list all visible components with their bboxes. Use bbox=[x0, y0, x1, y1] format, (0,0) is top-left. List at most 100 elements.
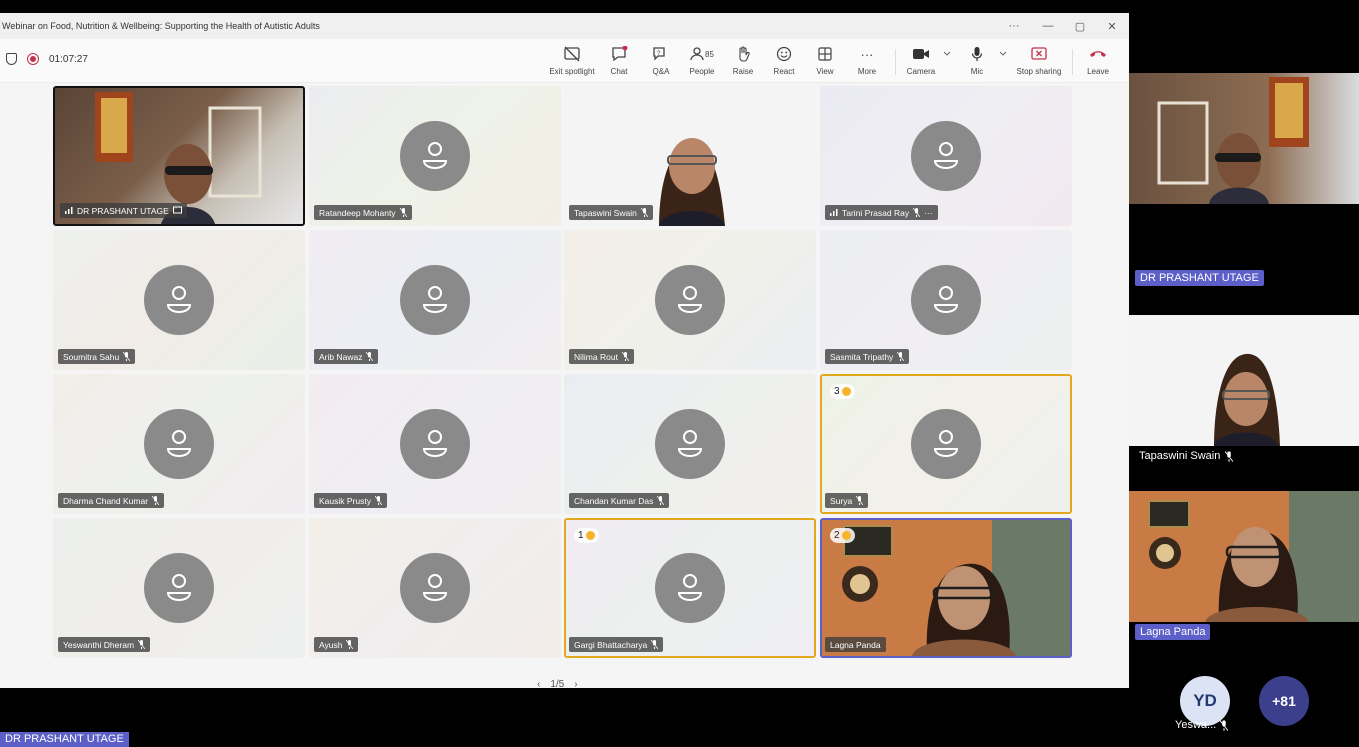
more-options-icon[interactable]: ··· bbox=[999, 13, 1029, 39]
restore-icon[interactable]: ▢ bbox=[1065, 13, 1095, 39]
avatar bbox=[400, 265, 470, 335]
camera-options-button[interactable] bbox=[941, 44, 953, 80]
mic-muted-icon bbox=[657, 496, 665, 505]
participant-tile[interactable]: Dharma Chand Kumar bbox=[53, 374, 305, 514]
toolbar-divider bbox=[1072, 49, 1073, 75]
more-button[interactable]: ··· More bbox=[853, 44, 881, 80]
participant-tile[interactable]: Arib Nawaz bbox=[309, 230, 561, 370]
qa-button[interactable]: ? Q&A bbox=[646, 44, 676, 80]
mic-muted-icon bbox=[138, 640, 146, 649]
participant-tile[interactable]: 2 Lagna Panda bbox=[820, 518, 1072, 658]
minimize-icon[interactable]: — bbox=[1033, 13, 1063, 39]
participant-tile[interactable]: Nilima Rout bbox=[564, 230, 816, 370]
participant-name-tag: Kausik Prusty bbox=[314, 493, 387, 508]
page-indicator: 1/5 bbox=[550, 679, 565, 690]
person-icon bbox=[422, 142, 448, 170]
mic-muted-icon bbox=[856, 496, 864, 505]
sidebar-video-tile[interactable] bbox=[1129, 491, 1359, 622]
ellipsis-icon[interactable]: ··· bbox=[924, 208, 933, 218]
smiley-icon bbox=[776, 44, 792, 64]
exit-spotlight-button[interactable]: Exit spotlight bbox=[548, 44, 596, 80]
screen-share-icon bbox=[172, 206, 182, 215]
participant-name-tag: Gargi Bhattacharya bbox=[569, 637, 664, 652]
participant-name-tag: Dharma Chand Kumar bbox=[58, 493, 165, 508]
participant-video bbox=[1129, 491, 1359, 622]
sidebar-video-tile[interactable] bbox=[1129, 315, 1359, 446]
toolbar-divider bbox=[895, 49, 896, 75]
screen: Webinar on Food, Nutrition & Wellbeing: … bbox=[0, 0, 1359, 747]
participant-tile[interactable]: 1 Gargi Bhattacharya bbox=[564, 518, 816, 658]
mic-muted-icon bbox=[152, 496, 160, 505]
leave-button[interactable]: Leave bbox=[1082, 44, 1114, 80]
avatar bbox=[655, 409, 725, 479]
next-page-button[interactable]: › bbox=[574, 679, 577, 690]
recording-icon bbox=[27, 53, 39, 65]
person-icon bbox=[166, 286, 192, 314]
person-icon bbox=[422, 574, 448, 602]
sidebar-name-tag: DR PRASHANT UTAGE bbox=[1135, 270, 1264, 286]
meeting-window: Webinar on Food, Nutrition & Wellbeing: … bbox=[0, 13, 1129, 690]
participant-tile[interactable]: Chandan Kumar Das bbox=[564, 374, 816, 514]
signal-icon bbox=[65, 207, 73, 214]
close-icon[interactable]: ✕ bbox=[1097, 13, 1127, 39]
meeting-toolbar: 01:07:27 Exit spotlight Chat ? Q&A 85 Pe… bbox=[0, 39, 1129, 83]
person-icon bbox=[166, 430, 192, 458]
participant-tile[interactable]: Ayush bbox=[309, 518, 561, 658]
stop-sharing-button[interactable]: Stop sharing bbox=[1014, 44, 1064, 80]
prev-page-button[interactable]: ‹ bbox=[537, 679, 540, 690]
participant-name-tag: Surya bbox=[825, 493, 869, 508]
people-count: 85 bbox=[705, 49, 714, 59]
participant-video bbox=[822, 520, 1070, 656]
person-icon bbox=[677, 430, 703, 458]
avatar bbox=[911, 121, 981, 191]
participant-tile[interactable]: DR PRASHANT UTAGE bbox=[53, 86, 305, 226]
shield-icon bbox=[6, 53, 17, 65]
avatar bbox=[144, 265, 214, 335]
person-icon bbox=[933, 142, 959, 170]
people-button[interactable]: 85 People bbox=[686, 44, 718, 80]
mic-muted-icon bbox=[651, 640, 659, 649]
participant-tile[interactable]: Sasmita Tripathy bbox=[820, 230, 1072, 370]
title-bar: Webinar on Food, Nutrition & Wellbeing: … bbox=[0, 13, 1129, 39]
sidebar-video-tile[interactable] bbox=[1129, 73, 1359, 204]
participant-tile[interactable]: Tapaswini Swain bbox=[564, 86, 816, 226]
hand-icon bbox=[585, 531, 595, 540]
participant-tile[interactable]: 3 Surya bbox=[820, 374, 1072, 514]
avatar bbox=[655, 553, 725, 623]
mic-muted-icon bbox=[123, 352, 131, 361]
mic-muted-icon bbox=[1220, 719, 1229, 731]
participant-name-tag: Lagna Panda bbox=[825, 637, 886, 652]
avatar bbox=[911, 409, 981, 479]
view-button[interactable]: View bbox=[811, 44, 839, 80]
avatar bbox=[144, 409, 214, 479]
raised-hand-badge: 2 bbox=[830, 528, 855, 543]
avatar bbox=[911, 265, 981, 335]
person-icon bbox=[422, 430, 448, 458]
participant-tile[interactable]: Ratandeep Mohanty bbox=[309, 86, 561, 226]
hand-icon bbox=[841, 531, 851, 540]
sidebar-name-tag: Tapaswini Swain bbox=[1139, 450, 1234, 462]
participant-name-tag: DR PRASHANT UTAGE bbox=[60, 203, 187, 218]
participant-video bbox=[1129, 73, 1359, 204]
participant-name-tag: Soumitra Sahu bbox=[58, 349, 136, 364]
raised-hand-badge: 3 bbox=[830, 384, 855, 399]
hang-up-icon bbox=[1089, 44, 1107, 64]
raise-hand-button[interactable]: Raise bbox=[729, 44, 757, 80]
participant-tile[interactable]: Tarini Prasad Ray ··· bbox=[820, 86, 1072, 226]
participant-name-tag: Arib Nawaz bbox=[314, 349, 379, 364]
mic-muted-icon bbox=[640, 208, 648, 217]
chat-button[interactable]: Chat bbox=[604, 44, 634, 80]
more-participants-button[interactable]: +81 bbox=[1259, 676, 1309, 726]
mic-muted-icon bbox=[621, 352, 629, 361]
participant-tile[interactable]: Soumitra Sahu bbox=[53, 230, 305, 370]
participant-tile[interactable]: Kausik Prusty bbox=[309, 374, 561, 514]
participant-tile[interactable]: Yeswanthi Dheram bbox=[53, 518, 305, 658]
signal-icon bbox=[830, 209, 838, 216]
stop-share-icon bbox=[1031, 44, 1047, 64]
react-button[interactable]: React bbox=[770, 44, 798, 80]
microphone-icon bbox=[971, 44, 983, 64]
mic-button[interactable]: Mic bbox=[966, 44, 988, 80]
camera-button[interactable]: Camera bbox=[904, 44, 938, 80]
ellipsis-icon: ··· bbox=[860, 46, 874, 62]
mic-options-button[interactable] bbox=[997, 44, 1009, 80]
